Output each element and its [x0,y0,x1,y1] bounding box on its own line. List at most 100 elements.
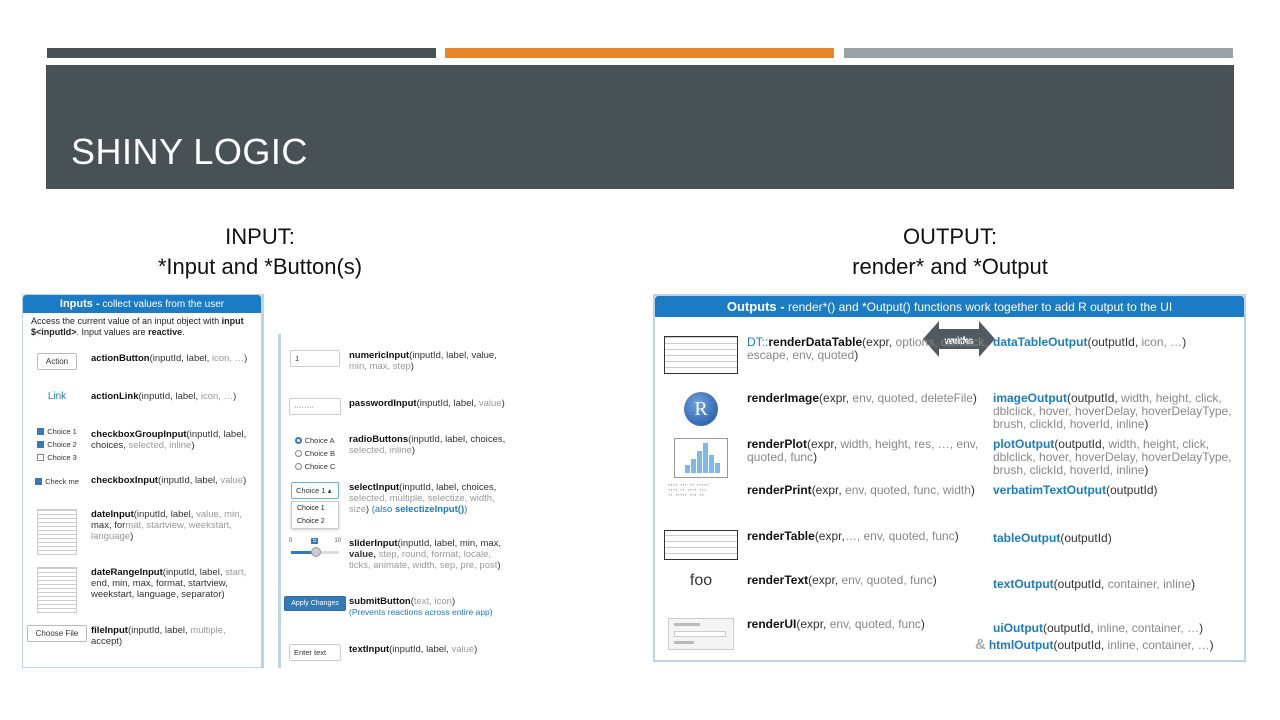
select-dropdown: Choice 1 Choice 2 [291,501,339,529]
inputs-panel-right: 1 numericInput(inputId, label, value, mi… [278,334,521,668]
fn-action-link: actionLink(inputId, label, icon, …) [91,391,237,402]
fn-render-print: renderPrint(expr, env, quoted, func, wid… [747,483,975,497]
table-thumbnail [664,530,738,560]
fn-render-plot: renderPlot(expr, width, height, res, …, … [747,437,979,464]
fn-date-input: dateInput(inputId, label, value, min, ma… [91,509,243,542]
numeric-input-sample[interactable]: 1 [290,350,340,367]
title-block: SHINY LOGIC [46,65,1234,189]
intro-text-3: . [182,327,185,337]
fn-render-datatable: DT::renderDataTable(expr, options, callb… [747,335,988,362]
fn-image-output: imageOutput(outputId, width, height, cli… [993,391,1232,431]
fn-table-output: tableOutput(outputId) [993,531,1112,545]
apply-changes-button[interactable]: Apply Changes [284,596,346,611]
row-checkbox-group: Choice 1 Choice 2 Choice 3 checkboxGroup… [23,425,261,464]
text-input-sample[interactable]: Enter text [289,644,341,661]
action-link-sample[interactable]: Link [48,391,66,402]
row-text-input: Enter text textInput(inputId, label, val… [281,644,521,661]
outputs-header-bold: Outputs - [726,299,785,314]
fn-render-text: renderText(expr, env, quoted, func) [747,573,937,587]
fn-date-range: dateRangeInput(inputId, label, start, en… [91,567,247,600]
foo-text-sample: foo [689,572,713,589]
inputs-header: Inputs - collect values from the user [23,295,261,313]
intro-text-2: . Input values are [76,327,149,337]
slide-title: SHINY LOGIC [71,131,308,172]
ui-thumbnail [668,618,734,650]
fn-password-input: passwordInput(inputId, label, value) [349,398,505,409]
row-action-link: Link actionLink(inputId, label, icon, …) [23,391,261,402]
input-heading: INPUT: *Input and *Button(s) [100,222,420,282]
input-heading-line1: INPUT: [225,224,295,249]
input-heading-line2: *Input and *Button(s) [157,254,363,279]
slider-handle[interactable] [311,547,321,557]
password-input-sample[interactable]: ········ [289,398,341,415]
plot-thumbnail [674,438,728,478]
row-action-button: Action actionButton(inputId, label, icon… [23,353,261,370]
slider-sample[interactable]: 0 5 10 [289,538,341,564]
calendar-icon[interactable] [37,509,77,555]
print-thumbnail: ▪▪▪▪ ▪▪▪ ▪▪ ▪▪▪▪▪ ▪▪▪▪ ▪▪ ▪▪▪▪ ▪▪▪ ▪▪ ▪▪▪▪… [668,484,709,498]
row-submit-button: Apply Changes submitButton(text, icon) (P… [281,596,521,618]
out-row-datatable: DT::renderDataTable(expr, options, callb… [655,336,1244,374]
fn-ui-output: uiOutput(outputId, inline, container, …)… [975,621,1214,653]
top-bar-grey [844,48,1233,58]
fn-slider-input: sliderInput(inputId, label, min, max, va… [349,538,502,571]
row-select-input: Choice 1 ▴ Choice 1 Choice 2 selectInput… [281,482,521,529]
fn-submit-button: submitButton(text, icon) (Prevents reacti… [349,596,493,617]
intro-text-1: Access the current value of an input obj… [31,316,222,326]
choose-file-button[interactable]: Choose File [26,625,88,642]
inputs-panel-left: Inputs - collect values from the user Ac… [22,294,264,668]
out-row-plot: renderPlot(expr, width, height, res, …, … [655,438,1244,478]
output-heading-line2: render* and *Output [852,254,1048,279]
fn-checkbox-group: checkboxGroupInput(inputId, label, choic… [91,429,247,451]
out-row-text: foo renderText(expr, env, quoted, func) … [655,572,1244,591]
row-file-input: Choose File fileInput(inputId, label, mu… [23,625,261,647]
outputs-header-sub: render*() and *Output() functions work t… [784,300,1173,314]
calendar-range-icon[interactable] [37,567,77,613]
r-logo-icon: R [684,392,718,426]
dropdown-option-1[interactable]: Choice 1 [297,502,333,515]
checkbox-input-sample[interactable]: Check me [35,475,79,488]
row-slider-input: 0 5 10 sliderInput(inputId, label, min, … [281,538,521,571]
outputs-header: Outputs - render*() and *Output() functi… [655,296,1244,317]
caret-up-icon: ▴ [327,486,332,495]
fn-datatable-output: dataTableOutput(outputId, icon, …) [993,335,1187,349]
fn-select-input: selectInput(inputId, label, choices, sel… [349,482,497,515]
fn-render-image: renderImage(expr, env, quoted, deleteFil… [747,391,977,405]
intro-bold-2: reactive [148,327,183,337]
fn-radio-buttons: radioButtons(inputId, label, choices, se… [349,434,506,456]
inputs-header-sub: collect values from the user [99,299,225,310]
out-row-image: R renderImage(expr, env, quoted, deleteF… [655,392,1244,431]
output-heading: OUTPUT: render* and *Output [780,222,1120,282]
row-date-range: dateRangeInput(inputId, label, start, en… [23,567,261,613]
inputs-intro: Access the current value of an input obj… [23,313,261,341]
fn-checkbox-input: checkboxInput(inputId, label, value) [91,475,247,486]
outputs-panel: Outputs - render*() and *Output() functi… [653,294,1246,662]
dropdown-option-2[interactable]: Choice 2 [297,515,333,528]
fn-file-input: fileInput(inputId, label, multiple, acce… [91,625,226,647]
datatable-thumbnail [664,336,738,374]
row-radio-buttons: Choice A Choice B Choice C radioButtons(… [281,434,521,473]
fn-verbatim-output: verbatimTextOutput(outputId) [993,483,1158,497]
row-password-input: ········ passwordInput(inputId, label, v… [281,398,521,415]
fn-numeric-input: numericInput(inputId, label, value, min,… [349,350,497,372]
top-bar-orange [445,48,834,58]
fn-text-output: textOutput(outputId, container, inline) [993,577,1196,591]
inputs-header-bold: Inputs - [59,298,100,310]
out-row-table: renderTable(expr,…, env, quoted, func) t… [655,530,1244,560]
fn-plot-output: plotOutput(outputId, width, height, clic… [993,437,1232,477]
checkbox-group-sample[interactable]: Choice 1 Choice 2 Choice 3 [37,425,77,464]
output-heading-line1: OUTPUT: [902,224,998,249]
select-input-sample[interactable]: Choice 1 ▴ Choice 1 Choice 2 [291,482,339,529]
out-row-print: ▪▪▪▪ ▪▪▪ ▪▪ ▪▪▪▪▪ ▪▪▪▪ ▪▪ ▪▪▪▪ ▪▪▪ ▪▪ ▪▪▪▪… [655,483,1244,499]
top-bar-dark [47,48,436,58]
fn-render-ui: renderUI(expr, env, quoted, func) [747,617,925,631]
action-button-sample[interactable]: Action [36,353,78,370]
row-date-input: dateInput(inputId, label, value, min, ma… [23,509,261,555]
fn-text-input: textInput(inputId, label, value) [349,644,478,655]
radio-buttons-sample[interactable]: Choice A Choice B Choice C [294,434,335,473]
fn-action-button: actionButton(inputId, label, icon, …) [91,353,248,364]
out-row-ui: renderUI(expr, env, quoted, func) uiOutp… [655,618,1244,652]
ampersand: & [975,636,986,653]
fn-render-table: renderTable(expr,…, env, quoted, func) [747,529,959,543]
row-checkbox-input: Check me checkboxInput(inputId, label, v… [23,475,261,488]
